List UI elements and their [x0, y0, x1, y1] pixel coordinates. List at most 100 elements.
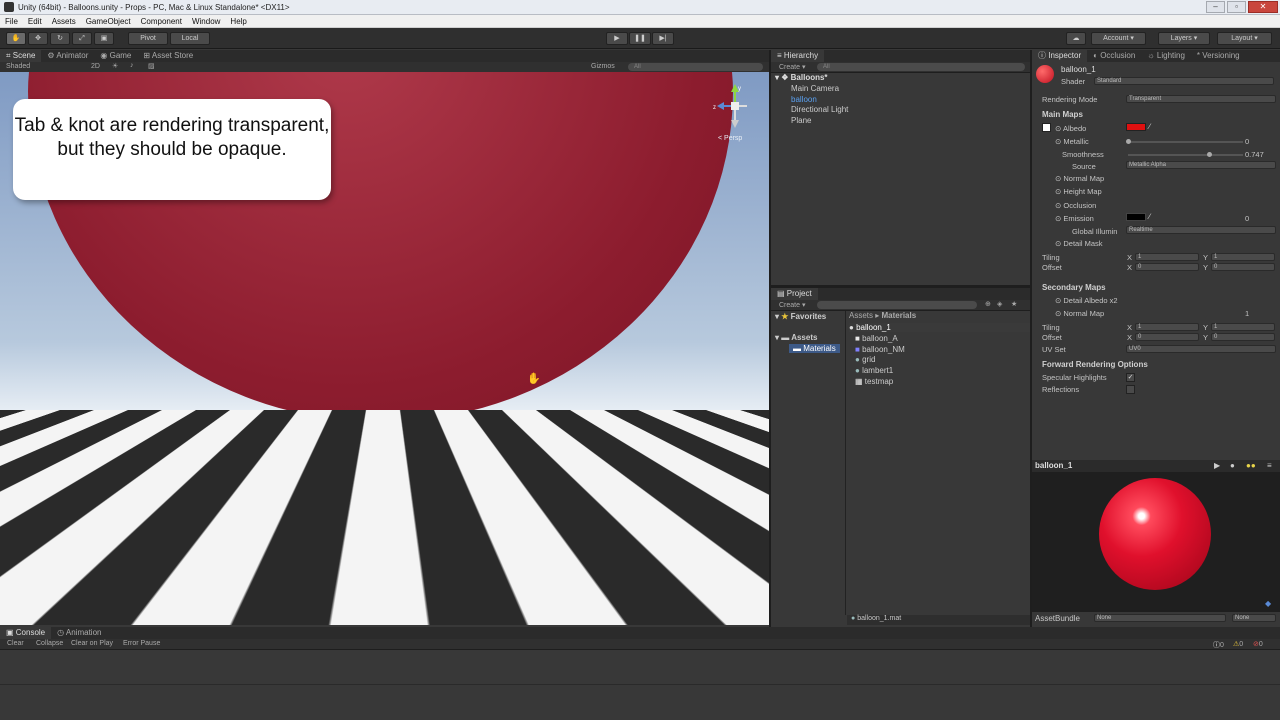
effects-toggle-icon[interactable]: ▨	[148, 62, 155, 70]
preview-menu-icon[interactable]: ≡	[1267, 461, 1272, 470]
menu-gameobject[interactable]: GameObject	[81, 17, 136, 26]
project-item-balloon-a[interactable]: ■ balloon_A	[855, 334, 898, 343]
hierarchy-item-directional-light[interactable]: Directional Light	[791, 105, 848, 114]
gizmos-dropdown[interactable]: Gizmos	[591, 63, 615, 70]
offset2-x-field[interactable]: 0	[1135, 333, 1199, 341]
emission-value[interactable]: 0	[1245, 214, 1249, 223]
hierarchy-create-dropdown[interactable]: Create ▾	[779, 63, 805, 71]
tab-versioning[interactable]: * Versioning	[1191, 50, 1246, 62]
console-clear-button[interactable]: Clear	[7, 640, 24, 647]
minimize-button[interactable]: –	[1206, 1, 1225, 13]
reflections-checkbox[interactable]	[1126, 385, 1135, 394]
project-item-testmap[interactable]: ▦ testmap	[855, 377, 893, 386]
emission-row[interactable]: ⊙ Emission	[1055, 214, 1094, 223]
rect-tool-icon[interactable]: ▣	[94, 32, 114, 45]
cloud-icon[interactable]: ☁	[1066, 32, 1086, 45]
rotate-tool-icon[interactable]: ↻	[50, 32, 70, 45]
tab-game[interactable]: ◉ Game	[94, 50, 137, 62]
pivot-toggle[interactable]: Pivot	[128, 32, 168, 45]
assetbundle-dropdown[interactable]: None	[1094, 614, 1226, 622]
offset-x-field[interactable]: 0	[1135, 263, 1199, 271]
filter-by-label-icon[interactable]: ◈	[997, 300, 1002, 308]
lighting-toggle-icon[interactable]: ☀	[112, 62, 118, 70]
menu-assets[interactable]: Assets	[47, 17, 81, 26]
tab-asset-store[interactable]: ⊞ Asset Store	[137, 50, 199, 62]
breadcrumb-materials[interactable]: Materials	[881, 311, 916, 320]
orientation-gizmo[interactable]: z y	[711, 82, 761, 142]
hierarchy-item-balloon[interactable]: balloon	[791, 95, 817, 104]
info-count[interactable]: ⓘ0	[1213, 640, 1224, 650]
account-dropdown[interactable]: Account ▾	[1091, 32, 1146, 45]
console-error-pause-button[interactable]: Error Pause	[123, 640, 160, 647]
pause-button[interactable]: ❚❚	[629, 32, 651, 45]
uv-set-dropdown[interactable]: UV0	[1126, 345, 1276, 353]
2d-toggle[interactable]: 2D	[91, 63, 100, 70]
preview-play-icon[interactable]: ▶	[1214, 461, 1220, 470]
smoothness-slider-track[interactable]	[1128, 154, 1243, 156]
hierarchy-scene-root[interactable]: ▾ ❖ Balloons*	[775, 73, 828, 82]
hierarchy-search-input[interactable]: All	[817, 63, 1025, 71]
scale-tool-icon[interactable]: ⤢	[72, 32, 92, 45]
tab-scene[interactable]: ⌗ Scene	[0, 50, 41, 62]
preview-light-icon[interactable]: ●●	[1246, 461, 1256, 470]
detail-mask-row[interactable]: ⊙ Detail Mask	[1055, 239, 1103, 248]
scene-viewport[interactable]: z y < Persp Tab & knot are rendering tra…	[0, 72, 769, 625]
tab-project[interactable]: ▤ Project	[771, 288, 818, 300]
breadcrumb-assets[interactable]: Assets	[849, 311, 873, 320]
smoothness-value[interactable]: 0.747	[1245, 150, 1264, 159]
offset2-y-field[interactable]: 0	[1211, 333, 1275, 341]
favorite-star-icon[interactable]: ★	[1011, 300, 1017, 308]
local-toggle[interactable]: Local	[170, 32, 210, 45]
hierarchy-item-main-camera[interactable]: Main Camera	[791, 84, 839, 93]
project-item-balloon-1[interactable]: ● balloon_1	[849, 323, 1030, 332]
menu-file[interactable]: File	[0, 17, 23, 26]
preview-tag-icon[interactable]: ◆	[1265, 599, 1271, 608]
project-favorites[interactable]: ▾ ★ Favorites	[775, 312, 826, 321]
maximize-button[interactable]: ▫	[1227, 1, 1246, 13]
shaded-dropdown[interactable]: Shaded	[6, 63, 30, 70]
project-item-lambert1[interactable]: ● lambert1	[855, 366, 893, 375]
tab-animator[interactable]: ⚙ Animator	[41, 50, 94, 62]
project-materials-folder[interactable]: ▬ Materials	[789, 344, 840, 353]
albedo-texture-slot[interactable]	[1042, 123, 1051, 132]
tiling-y-field[interactable]: 1	[1211, 253, 1275, 261]
tiling2-x-field[interactable]: 1	[1135, 323, 1199, 331]
layers-dropdown[interactable]: Layers ▾	[1158, 32, 1210, 45]
menu-help[interactable]: Help	[225, 17, 251, 26]
preview-sphere-icon[interactable]: ●	[1230, 461, 1235, 470]
metallic-value[interactable]: 0	[1245, 137, 1249, 146]
audio-toggle-icon[interactable]: ♪	[130, 62, 134, 69]
hierarchy-item-plane[interactable]: Plane	[791, 116, 811, 125]
metallic-slider-handle[interactable]	[1126, 139, 1131, 144]
rendering-mode-dropdown[interactable]: Transparent	[1126, 95, 1276, 103]
offset-y-field[interactable]: 0	[1211, 263, 1275, 271]
eyedropper-icon[interactable]: ∕	[1149, 122, 1150, 131]
assetbundle-variant-dropdown[interactable]: None	[1232, 614, 1276, 622]
detail-albedo-row[interactable]: ⊙ Detail Albedo x2	[1055, 296, 1118, 305]
normal-map-row[interactable]: ⊙ Normal Map	[1055, 174, 1104, 183]
project-assets-folder[interactable]: ▾ ▬ Assets	[775, 333, 817, 342]
smoothness-slider-handle[interactable]	[1207, 152, 1212, 157]
tab-inspector[interactable]: ⓘ Inspector	[1032, 50, 1087, 62]
layout-dropdown[interactable]: Layout ▾	[1217, 32, 1272, 45]
close-button[interactable]: ✕	[1248, 1, 1278, 13]
metallic-slider-track[interactable]	[1128, 141, 1243, 143]
warning-count[interactable]: ⚠0	[1233, 640, 1243, 648]
hand-tool-icon[interactable]: ✋	[6, 32, 26, 45]
play-button[interactable]: ▶	[606, 32, 628, 45]
occlusion-row[interactable]: ⊙ Occlusion	[1055, 201, 1096, 210]
filter-by-type-icon[interactable]: ⊕	[985, 300, 991, 308]
console-collapse-button[interactable]: Collapse	[36, 640, 63, 647]
preview-sphere[interactable]	[1099, 478, 1211, 590]
project-item-grid[interactable]: ● grid	[855, 355, 875, 364]
move-tool-icon[interactable]: ✥	[28, 32, 48, 45]
step-button[interactable]: ▶|	[652, 32, 674, 45]
menu-component[interactable]: Component	[136, 17, 187, 26]
shader-dropdown[interactable]: Standard	[1094, 77, 1274, 85]
project-create-dropdown[interactable]: Create ▾	[779, 301, 805, 309]
tab-console[interactable]: ▣ Console	[0, 627, 51, 639]
emission-color-swatch[interactable]	[1126, 213, 1146, 221]
albedo-color-swatch[interactable]	[1126, 123, 1146, 131]
project-search-input[interactable]	[817, 301, 977, 309]
menu-window[interactable]: Window	[187, 17, 225, 26]
